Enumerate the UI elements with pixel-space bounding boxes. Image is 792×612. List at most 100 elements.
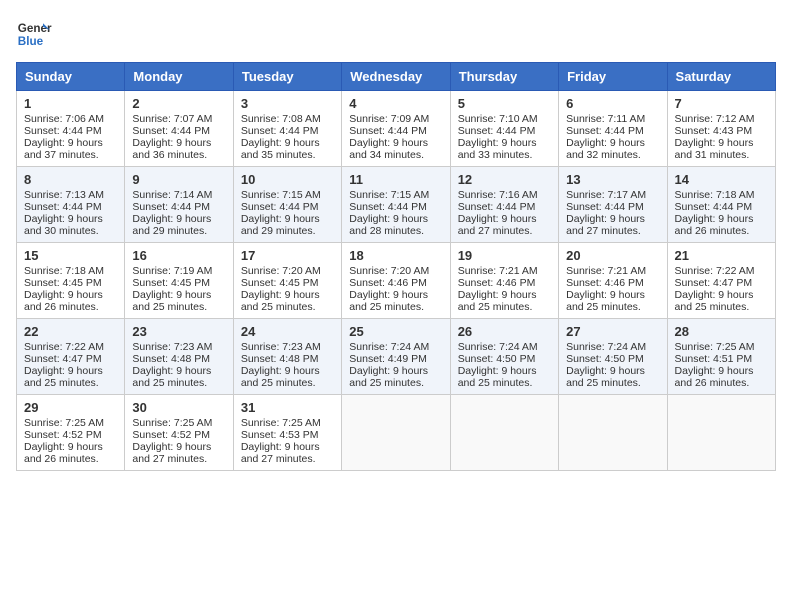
day-number: 3 bbox=[241, 96, 334, 111]
day-number: 7 bbox=[675, 96, 768, 111]
sunrise: Sunrise: 7:20 AM bbox=[349, 265, 429, 277]
sunrise: Sunrise: 7:18 AM bbox=[24, 265, 104, 277]
sunrise: Sunrise: 7:19 AM bbox=[132, 265, 212, 277]
calendar-cell bbox=[559, 395, 667, 471]
calendar-cell: 20Sunrise: 7:21 AMSunset: 4:46 PMDayligh… bbox=[559, 243, 667, 319]
day-number: 10 bbox=[241, 172, 334, 187]
sunset: Sunset: 4:46 PM bbox=[349, 277, 427, 289]
calendar-cell: 16Sunrise: 7:19 AMSunset: 4:45 PMDayligh… bbox=[125, 243, 233, 319]
calendar-cell: 29Sunrise: 7:25 AMSunset: 4:52 PMDayligh… bbox=[17, 395, 125, 471]
sunset: Sunset: 4:44 PM bbox=[24, 125, 102, 137]
daylight: Daylight: 9 hours and 26 minutes. bbox=[24, 441, 103, 465]
day-number: 30 bbox=[132, 400, 225, 415]
daylight: Daylight: 9 hours and 25 minutes. bbox=[24, 365, 103, 389]
sunrise: Sunrise: 7:18 AM bbox=[675, 189, 755, 201]
calendar-cell: 2Sunrise: 7:07 AMSunset: 4:44 PMDaylight… bbox=[125, 91, 233, 167]
sunrise: Sunrise: 7:11 AM bbox=[566, 113, 645, 125]
sunrise: Sunrise: 7:16 AM bbox=[458, 189, 538, 201]
day-number: 8 bbox=[24, 172, 117, 187]
weekday-header-monday: Monday bbox=[125, 63, 233, 91]
day-number: 9 bbox=[132, 172, 225, 187]
day-number: 11 bbox=[349, 172, 442, 187]
calendar-cell bbox=[450, 395, 558, 471]
daylight: Daylight: 9 hours and 25 minutes. bbox=[675, 289, 754, 313]
sunset: Sunset: 4:45 PM bbox=[132, 277, 210, 289]
day-number: 18 bbox=[349, 248, 442, 263]
sunrise: Sunrise: 7:21 AM bbox=[566, 265, 646, 277]
day-number: 31 bbox=[241, 400, 334, 415]
sunrise: Sunrise: 7:24 AM bbox=[566, 341, 646, 353]
sunrise: Sunrise: 7:13 AM bbox=[24, 189, 104, 201]
daylight: Daylight: 9 hours and 37 minutes. bbox=[24, 137, 103, 161]
day-number: 22 bbox=[24, 324, 117, 339]
day-number: 25 bbox=[349, 324, 442, 339]
sunrise: Sunrise: 7:06 AM bbox=[24, 113, 104, 125]
weekday-header-sunday: Sunday bbox=[17, 63, 125, 91]
sunset: Sunset: 4:48 PM bbox=[241, 353, 319, 365]
calendar-cell: 30Sunrise: 7:25 AMSunset: 4:52 PMDayligh… bbox=[125, 395, 233, 471]
calendar-cell: 9 Sunrise: 7:14 AMSunset: 4:44 PMDaylight… bbox=[125, 167, 233, 243]
sunrise: Sunrise: 7:25 AM bbox=[132, 417, 212, 429]
week-row-4: 22Sunrise: 7:22 AMSunset: 4:47 PMDayligh… bbox=[17, 319, 776, 395]
calendar-cell: 11Sunrise: 7:15 AMSunset: 4:44 PMDayligh… bbox=[342, 167, 450, 243]
daylight: Daylight: 9 hours and 25 minutes. bbox=[458, 289, 537, 313]
sunrise: Sunrise: 7:17 AM bbox=[566, 189, 646, 201]
sunrise: Sunrise: 7:21 AM bbox=[458, 265, 538, 277]
calendar-cell: 22Sunrise: 7:22 AMSunset: 4:47 PMDayligh… bbox=[17, 319, 125, 395]
calendar-cell: 19Sunrise: 7:21 AMSunset: 4:46 PMDayligh… bbox=[450, 243, 558, 319]
sunset: Sunset: 4:44 PM bbox=[132, 125, 210, 137]
sunset: Sunset: 4:44 PM bbox=[458, 201, 536, 213]
daylight: Daylight: 9 hours and 25 minutes. bbox=[458, 365, 537, 389]
logo-icon: General Blue bbox=[16, 16, 52, 52]
calendar-cell: 28Sunrise: 7:25 AMSunset: 4:51 PMDayligh… bbox=[667, 319, 775, 395]
sunrise: Sunrise: 7:12 AM bbox=[675, 113, 755, 125]
sunrise: Sunrise: 7:24 AM bbox=[349, 341, 429, 353]
sunset: Sunset: 4:44 PM bbox=[349, 125, 427, 137]
weekday-header-tuesday: Tuesday bbox=[233, 63, 341, 91]
weekday-header-row: SundayMondayTuesdayWednesdayThursdayFrid… bbox=[17, 63, 776, 91]
sunset: Sunset: 4:50 PM bbox=[458, 353, 536, 365]
header: General Blue bbox=[16, 16, 776, 52]
sunrise: Sunrise: 7:20 AM bbox=[241, 265, 321, 277]
day-number: 6 bbox=[566, 96, 659, 111]
day-number: 1 bbox=[24, 96, 117, 111]
calendar-cell: 25Sunrise: 7:24 AMSunset: 4:49 PMDayligh… bbox=[342, 319, 450, 395]
sunset: Sunset: 4:47 PM bbox=[675, 277, 753, 289]
day-number: 29 bbox=[24, 400, 117, 415]
daylight: Daylight: 9 hours and 25 minutes. bbox=[349, 289, 428, 313]
sunrise: Sunrise: 7:15 AM bbox=[349, 189, 429, 201]
sunrise: Sunrise: 7:14 AM bbox=[132, 189, 212, 201]
day-number: 13 bbox=[566, 172, 659, 187]
sunrise: Sunrise: 7:23 AM bbox=[241, 341, 321, 353]
sunset: Sunset: 4:44 PM bbox=[132, 201, 210, 213]
day-number: 28 bbox=[675, 324, 768, 339]
svg-text:Blue: Blue bbox=[18, 35, 44, 48]
calendar-cell: 6Sunrise: 7:11 AMSunset: 4:44 PMDaylight… bbox=[559, 91, 667, 167]
sunset: Sunset: 4:44 PM bbox=[458, 125, 536, 137]
day-number: 27 bbox=[566, 324, 659, 339]
sunset: Sunset: 4:44 PM bbox=[241, 201, 319, 213]
day-number: 15 bbox=[24, 248, 117, 263]
day-number: 2 bbox=[132, 96, 225, 111]
sunset: Sunset: 4:44 PM bbox=[566, 125, 644, 137]
daylight: Daylight: 9 hours and 31 minutes. bbox=[675, 137, 754, 161]
week-row-3: 15 Sunrise: 7:18 AM Sunset: 4:45 PM Dayligh… bbox=[17, 243, 776, 319]
sunset: Sunset: 4:53 PM bbox=[241, 429, 319, 441]
calendar-cell bbox=[342, 395, 450, 471]
sunrise: Sunrise: 7:08 AM bbox=[241, 113, 321, 125]
sunset: Sunset: 4:51 PM bbox=[675, 353, 753, 365]
calendar-cell: 8Sunrise: 7:13 AMSunset: 4:44 PMDaylight… bbox=[17, 167, 125, 243]
sunset: Sunset: 4:50 PM bbox=[566, 353, 644, 365]
day-number: 5 bbox=[458, 96, 551, 111]
daylight: Daylight: 9 hours and 25 minutes. bbox=[241, 289, 320, 313]
sunset: Sunset: 4:52 PM bbox=[132, 429, 210, 441]
calendar-cell: 27Sunrise: 7:24 AMSunset: 4:50 PMDayligh… bbox=[559, 319, 667, 395]
sunset: Sunset: 4:46 PM bbox=[566, 277, 644, 289]
weekday-header-wednesday: Wednesday bbox=[342, 63, 450, 91]
sunset: Sunset: 4:47 PM bbox=[24, 353, 102, 365]
sunrise: Sunrise: 7:09 AM bbox=[349, 113, 429, 125]
calendar-cell: 21Sunrise: 7:22 AMSunset: 4:47 PMDayligh… bbox=[667, 243, 775, 319]
calendar-cell: 18 Sunrise: 7:20 AMSunset: 4:46 PMDayligh… bbox=[342, 243, 450, 319]
daylight: Daylight: 9 hours and 29 minutes. bbox=[132, 213, 211, 237]
daylight: Daylight: 9 hours and 29 minutes. bbox=[241, 213, 320, 237]
